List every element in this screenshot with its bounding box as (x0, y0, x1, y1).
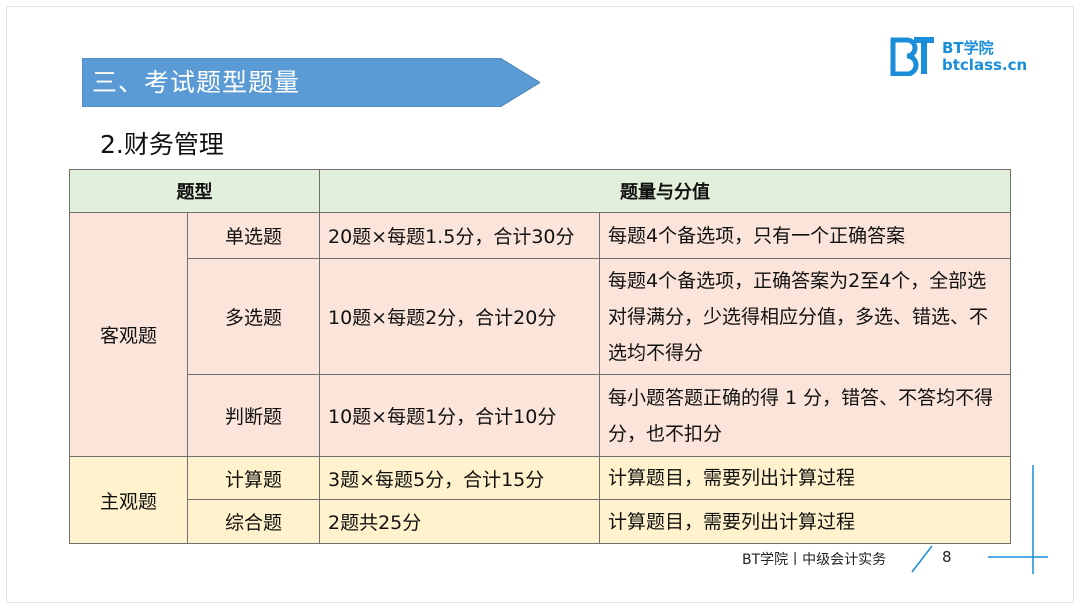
question-score: 10题×每题1分，合计10分 (319, 374, 600, 457)
brand-logo: BT学院 btclass.cn (890, 36, 1040, 78)
question-score: 2题共25分 (319, 499, 600, 544)
header-type: 题型 (69, 169, 320, 213)
question-type: 多选题 (187, 258, 320, 375)
section-banner: 三、考试题型题量 (82, 58, 540, 107)
question-type: 单选题 (187, 212, 320, 259)
table-row: 主观题 计算题 3题×每题5分，合计15分 计算题目，需要列出计算过程 (69, 456, 1011, 544)
header-score: 题量与分值 (319, 169, 1011, 213)
question-type: 综合题 (187, 499, 320, 544)
logo-mark-icon (890, 37, 934, 76)
question-note: 计算题目，需要列出计算过程 (599, 456, 1011, 500)
question-score: 20题×每题1.5分，合计30分 (319, 212, 600, 259)
group-objective: 客观题 (69, 212, 188, 457)
question-note: 每题4个备选项，正确答案为2至4个，全部选对得满分，少选得相应分值，多选、错选、… (599, 258, 1011, 375)
table-row: 判断题 10题×每题1分，合计10分 每小题答题正确的得 1 分，错答、不答均不… (70, 374, 1011, 457)
question-type: 判断题 (187, 374, 320, 457)
table-row: 多选题 10题×每题2分，合计20分 每题4个备选项，正确答案为2至4个，全部选… (70, 258, 1011, 375)
question-type: 计算题 (187, 456, 320, 500)
page-number: 8 (942, 548, 952, 566)
question-note: 每小题答题正确的得 1 分，错答、不答均不得分，也不扣分 (599, 374, 1011, 457)
logo-name: BT学院 (942, 39, 994, 57)
page-subtitle: 2.财务管理 (100, 130, 224, 159)
table-header-row: 题型 题量与分值 (69, 169, 1011, 213)
question-score: 3题×每题5分，合计15分 (319, 456, 600, 500)
table-row: 综合题 2题共25分 计算题目，需要列出计算过程 (70, 499, 1011, 544)
question-note: 每题4个备选项，只有一个正确答案 (599, 212, 1011, 259)
group-subjective: 主观题 (69, 456, 188, 544)
exam-format-table: 题型 题量与分值 客观题 单选题 20题×每题1.5分，合计30分 每题4个备选… (69, 169, 1011, 544)
logo-url: btclass.cn (942, 56, 1028, 74)
footer-course-label: BT学院丨中级会计实务 (742, 552, 887, 568)
table-row: 客观题 单选题 20题×每题1.5分，合计30分 每题4个备选项，只有一个正确答… (69, 212, 1011, 457)
section-title: 三、考试题型题量 (92, 68, 301, 97)
question-note: 计算题目，需要列出计算过程 (599, 499, 1011, 544)
question-score: 10题×每题2分，合计20分 (319, 258, 600, 375)
